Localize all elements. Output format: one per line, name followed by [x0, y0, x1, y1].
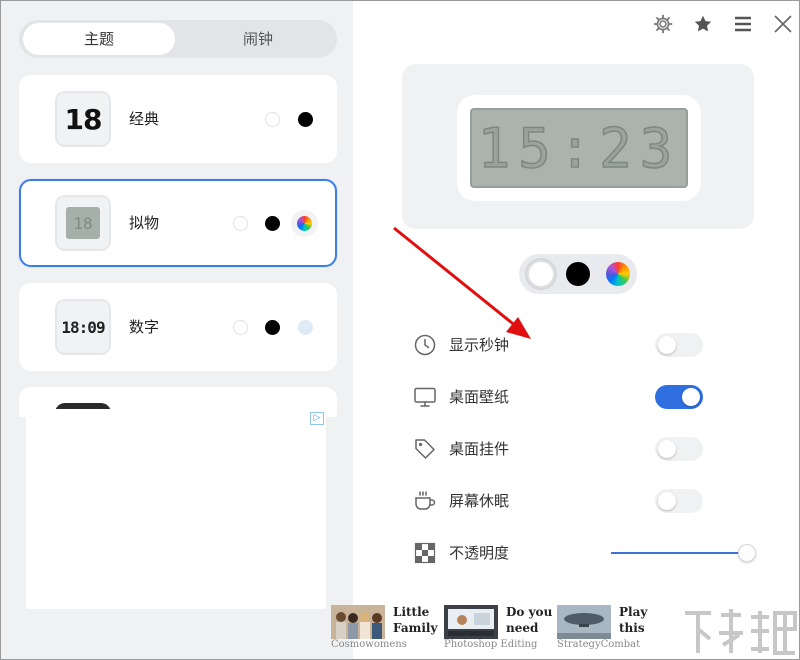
ad-item[interactable]: Play this StrategyCombat [557, 603, 667, 655]
tab-alarm[interactable]: 闹钟 [182, 23, 334, 55]
theme-card-skeuomorphic[interactable]: 18 拟物 [19, 179, 337, 267]
opacity-slider-track[interactable] [611, 552, 745, 554]
color-option-white[interactable] [265, 112, 280, 127]
theme-label: 拟物 [129, 214, 160, 232]
theme-card-classic[interactable]: 18 经典 [19, 75, 337, 163]
color-option-white[interactable] [233, 216, 248, 231]
preview-time: 15:23 [477, 116, 681, 181]
color-picker [519, 254, 637, 294]
clock-frame: 15:23 [457, 95, 701, 201]
color-option-black[interactable] [265, 216, 280, 231]
menu-icon[interactable] [730, 10, 756, 38]
theme-thumbnail: 18 [55, 91, 111, 147]
theme-panel: 主题 闹钟 18 经典 18 拟物 18:09 数字 ▷ [1, 1, 353, 659]
color-option-rainbow[interactable] [297, 216, 312, 231]
theme-label: 数字 [129, 318, 160, 336]
color-option-light-blue[interactable] [298, 320, 313, 335]
toggle-knob [658, 336, 676, 354]
setting-label: 桌面壁纸 [449, 388, 510, 406]
color-option-white[interactable] [233, 320, 248, 335]
watermark-logo [685, 609, 797, 655]
setting-label: 不透明度 [449, 544, 510, 562]
screen-sleep-toggle[interactable] [655, 489, 703, 513]
tag-icon [413, 437, 437, 461]
theme-thumbnail: 18 [55, 195, 111, 251]
color-option-black[interactable] [298, 112, 313, 127]
ad-title: Play this [619, 605, 648, 635]
ad-item[interactable]: Do you need Photoshop Editing [444, 603, 554, 655]
setting-screen-sleep: 屏幕休眠 [413, 487, 713, 515]
ad-thumbnail-photoshop [444, 605, 498, 639]
color-swatch-black[interactable] [566, 262, 590, 286]
ad-thumbnail-family [331, 605, 385, 639]
color-option-black[interactable] [265, 320, 280, 335]
show-seconds-toggle[interactable] [655, 333, 703, 357]
tab-switcher: 主题 闹钟 [19, 20, 337, 58]
star-icon[interactable] [690, 10, 716, 38]
ad-thumbnail-airship [557, 605, 611, 639]
close-icon[interactable] [770, 10, 796, 38]
ad-title: Little Family [393, 605, 438, 635]
desktop-wallpaper-toggle[interactable] [655, 385, 703, 409]
ad-item[interactable]: Little Family Cosmowomens [331, 603, 441, 655]
gear-icon[interactable] [650, 10, 676, 38]
lcd-display: 15:23 [470, 108, 688, 188]
ad-choices-icon[interactable]: ▷ [310, 412, 324, 425]
monitor-icon [413, 385, 437, 409]
ad-source: StrategyCombat [557, 639, 641, 650]
app-window: 主题 闹钟 18 经典 18 拟物 18:09 数字 ▷ 15:23 显示秒钟 … [0, 0, 800, 660]
clock-icon [413, 333, 437, 357]
thumbnail-text: 18 [64, 102, 103, 136]
color-swatch-rainbow[interactable] [606, 262, 630, 286]
desktop-widget-toggle[interactable] [655, 437, 703, 461]
ad-source: Cosmowomens [331, 639, 407, 650]
ad-title: Do you need [506, 605, 553, 635]
tab-theme[interactable]: 主题 [23, 23, 175, 55]
theme-label: 经典 [129, 110, 160, 128]
ad-banner[interactable]: ▷ [26, 409, 326, 609]
color-swatch-white[interactable] [527, 260, 555, 288]
setting-show-seconds: 显示秒钟 [413, 331, 713, 359]
lcd-thumbnail: 18 [66, 207, 100, 239]
clock-preview: 15:23 [402, 64, 754, 229]
setting-desktop-widget: 桌面挂件 [413, 435, 713, 463]
theme-card-digital[interactable]: 18:09 数字 [19, 283, 337, 371]
thumbnail-text: 18:09 [61, 317, 105, 337]
setting-desktop-wallpaper: 桌面壁纸 [413, 383, 713, 411]
setting-label: 桌面挂件 [449, 440, 510, 458]
setting-label: 屏幕休眠 [449, 492, 510, 510]
ad-source: Photoshop Editing [444, 639, 538, 650]
toggle-knob [658, 492, 676, 510]
checkerboard-icon [413, 541, 437, 565]
toggle-knob [682, 388, 700, 406]
opacity-slider-knob[interactable] [738, 544, 756, 562]
thumbnail-text: 18 [73, 213, 93, 233]
toggle-knob [658, 440, 676, 458]
setting-label: 显示秒钟 [449, 336, 510, 354]
coffee-cup-icon [413, 489, 437, 513]
theme-thumbnail: 18:09 [55, 299, 111, 355]
